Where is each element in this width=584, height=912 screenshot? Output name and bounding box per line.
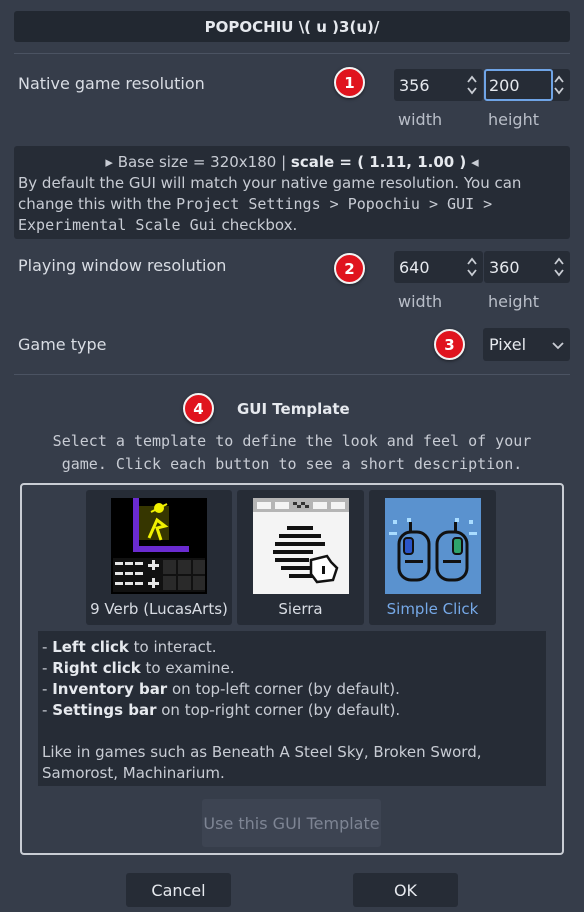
desc-line: Samorost, Machinarium.	[42, 764, 225, 782]
native-height-spinbox[interactable]: 200	[484, 69, 570, 101]
info-text: checkbox.	[221, 216, 298, 234]
desc-text: to interact.	[128, 638, 217, 656]
dialog-title: POPOCHIU \( u )3(u)/	[14, 11, 570, 42]
gui-template-heading: GUI Template	[237, 400, 350, 418]
template-label: Simple Click	[386, 600, 479, 618]
playing-height-caption: height	[488, 292, 539, 311]
template-label: Sierra	[278, 600, 323, 618]
step-badge-4: 4	[183, 393, 214, 424]
step-badge-3: 3	[434, 329, 465, 360]
desc-bold: Left click	[52, 638, 129, 656]
description-line: game. Click each button to see a short d…	[61, 455, 523, 473]
template-9-verb-button[interactable]: 9 Verb (LucasArts)	[86, 490, 232, 625]
use-template-button[interactable]: Use this GUI Template	[202, 799, 381, 847]
template-label: 9 Verb (LucasArts)	[90, 600, 228, 618]
desc-line: - Right click to examine.	[42, 659, 235, 677]
scale-text: scale = ( 1.11, 1.00 )	[290, 153, 467, 171]
game-type-label: Game type	[18, 335, 107, 354]
desc-line: - Settings bar on top-right corner (by d…	[42, 701, 401, 719]
native-height-caption: height	[488, 110, 539, 129]
gui-template-description: Select a template to define the look and…	[0, 430, 584, 476]
updown-arrows-icon[interactable]	[554, 256, 564, 278]
base-size-line: ▸ Base size = 320x180 | scale = ( 1.11, …	[18, 152, 566, 173]
updown-arrows-icon[interactable]	[467, 256, 477, 278]
sierra-thumbnail-icon	[252, 498, 349, 594]
desc-line: - Left click to interact.	[42, 638, 217, 656]
info-line-1: By default the GUI will match your nativ…	[18, 174, 522, 192]
setting-name-code: Experimental Scale Gui	[18, 216, 217, 234]
focus-ring	[484, 69, 553, 101]
native-resolution-label: Native game resolution	[18, 74, 205, 93]
playing-height-spinbox[interactable]: 360	[484, 251, 570, 283]
native-width-spinbox[interactable]: 356	[394, 69, 483, 101]
info-text: change this with the	[18, 195, 172, 213]
settings-path-code: Project Settings > Popochiu > GUI >	[176, 195, 493, 213]
cancel-button[interactable]: Cancel	[126, 873, 231, 907]
desc-line: - Inventory bar on top-left corner (by d…	[42, 680, 400, 698]
playing-width-value[interactable]: 640	[399, 258, 430, 277]
description-line: Select a template to define the look and…	[52, 432, 532, 450]
desc-bold: Settings bar	[52, 701, 157, 719]
info-line-2: change this with the Project Settings > …	[18, 194, 566, 215]
scale-info-box: ▸ Base size = 320x180 | scale = ( 1.11, …	[14, 146, 570, 239]
updown-arrows-icon[interactable]	[467, 74, 477, 96]
divider	[14, 374, 570, 375]
desc-text: to examine.	[140, 659, 235, 677]
template-sierra-button[interactable]: Sierra	[237, 490, 364, 625]
native-width-value[interactable]: 356	[399, 76, 430, 95]
template-description-panel: - Left click to interact. - Right click …	[38, 631, 546, 786]
playing-height-value[interactable]: 360	[489, 258, 520, 277]
game-type-select[interactable]: Pixel	[483, 328, 570, 361]
desc-bold: Inventory bar	[52, 680, 168, 698]
playing-resolution-label: Playing window resolution	[18, 256, 227, 275]
desc-bold: Right click	[52, 659, 141, 677]
native-width-caption: width	[398, 110, 443, 129]
desc-text: on top-left corner (by default).	[167, 680, 400, 698]
desc-spacer	[42, 721, 542, 742]
desc-text: on top-right corner (by default).	[156, 701, 401, 719]
collapse-arrow-icon: ◂	[471, 153, 479, 171]
game-type-value[interactable]: Pixel	[489, 335, 526, 354]
ok-button[interactable]: OK	[353, 873, 458, 907]
nine-verb-thumbnail-icon	[111, 498, 207, 594]
info-line-3: Experimental Scale Gui checkbox.	[18, 215, 566, 236]
template-simple-click-button[interactable]: Simple Click	[369, 490, 496, 625]
step-badge-1: 1	[334, 67, 365, 98]
divider	[14, 53, 570, 54]
base-size-text: ▸ Base size = 320x180 |	[105, 153, 287, 171]
chevron-updown-icon[interactable]	[552, 335, 564, 354]
playing-width-caption: width	[398, 292, 443, 311]
desc-line: Like in games such as Beneath A Steel Sk…	[42, 743, 482, 761]
simple-click-thumbnail-icon	[384, 498, 481, 594]
playing-width-spinbox[interactable]: 640	[394, 251, 483, 283]
step-badge-2: 2	[334, 253, 365, 284]
updown-arrows-icon[interactable]	[554, 74, 564, 96]
